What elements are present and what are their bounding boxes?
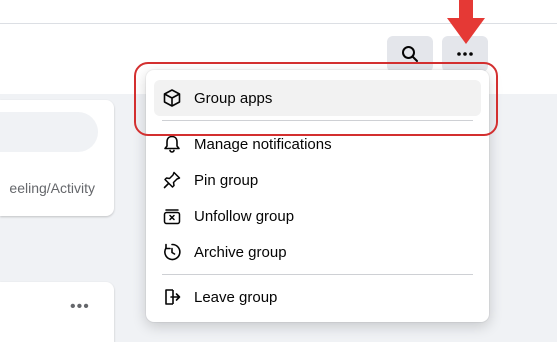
left-card-fragment-text: eeling/Activity xyxy=(9,180,95,196)
archive-icon xyxy=(161,241,183,263)
menu-item-leave-group[interactable]: Leave group xyxy=(154,279,481,315)
annotation-arrow-icon xyxy=(447,0,485,44)
menu-item-label: Leave group xyxy=(194,288,278,306)
post-more-icon[interactable]: ••• xyxy=(70,298,90,316)
menu-item-label: Archive group xyxy=(194,243,287,261)
left-card-bottom xyxy=(0,282,114,342)
pin-icon xyxy=(161,169,183,191)
search-icon xyxy=(402,46,418,62)
menu-divider xyxy=(162,274,473,275)
more-horizontal-icon xyxy=(457,52,473,56)
menu-item-label: Unfollow group xyxy=(194,207,295,225)
menu-item-label: Pin group xyxy=(194,171,259,189)
menu-item-unfollow-group[interactable]: Unfollow group xyxy=(154,198,481,234)
menu-item-label: Manage notifications xyxy=(194,135,332,153)
unfollow-icon xyxy=(161,205,183,227)
menu-item-pin-group[interactable]: Pin group xyxy=(154,162,481,198)
annotation-highlight-box xyxy=(134,62,498,136)
left-search-pill[interactable] xyxy=(0,112,98,152)
menu-item-archive-group[interactable]: Archive group xyxy=(154,234,481,270)
exit-icon xyxy=(161,286,183,308)
bell-icon xyxy=(161,133,183,155)
